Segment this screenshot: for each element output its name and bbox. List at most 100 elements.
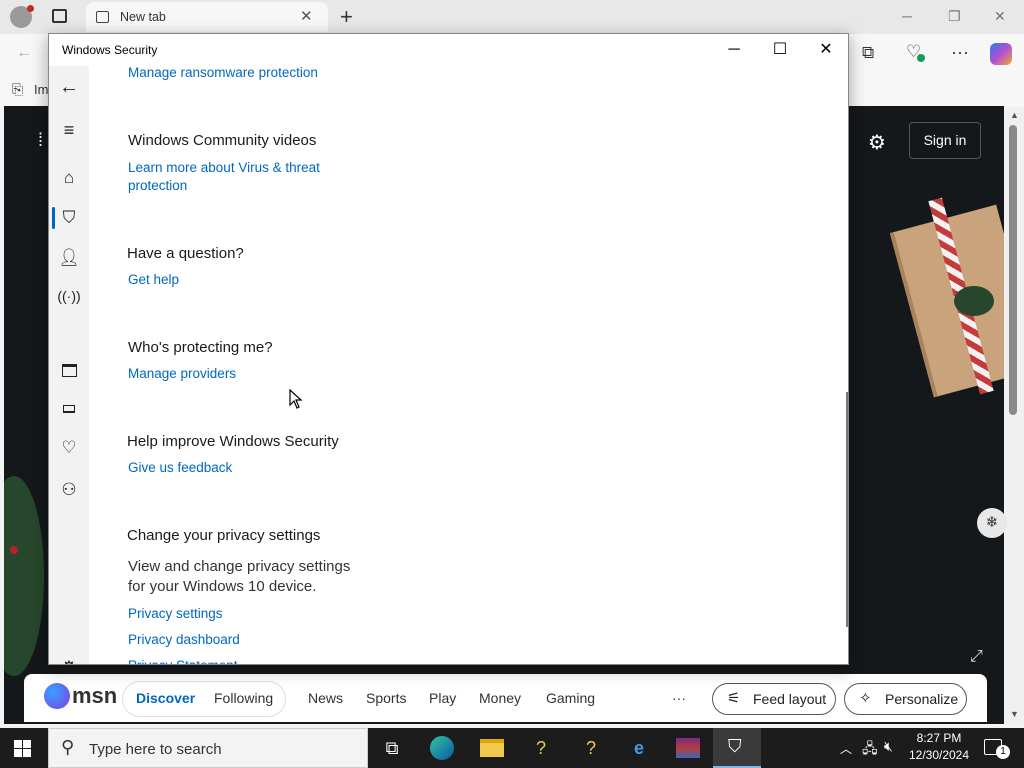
feed-layout-label: Feed layout xyxy=(753,691,827,707)
sparkle-icon: ✧ xyxy=(859,690,872,707)
import-favorites-label[interactable]: Im xyxy=(34,82,48,97)
clock-time[interactable]: 8:27 PM xyxy=(900,731,978,745)
back-icon[interactable]: ← xyxy=(16,44,32,62)
ws-close-icon[interactable]: ✕ xyxy=(803,38,848,62)
taskbar-search-box[interactable]: ⚲ Type here to search xyxy=(48,728,368,768)
msn-nav-bar: msn Discover Following News Sports Play … xyxy=(24,674,987,722)
more-tabs-icon[interactable]: ··· xyxy=(672,690,686,706)
decor-berries xyxy=(10,546,18,554)
ws-minimize-icon[interactable]: ─ xyxy=(711,38,757,62)
who-protecting-heading: Who's protecting me? xyxy=(128,339,273,356)
decor-pine xyxy=(954,286,994,316)
msn-logo-icon[interactable] xyxy=(44,683,70,709)
give-feedback-link[interactable]: Give us feedback xyxy=(128,459,232,477)
edge-icon[interactable] xyxy=(430,736,454,760)
family-icon[interactable]: ⚇ xyxy=(49,480,89,500)
tab-title: New tab xyxy=(120,10,166,24)
heart-health-icon[interactable]: ♡ xyxy=(49,438,89,458)
windows-security-window: Windows Security ─ ☐ ✕ ← ≡ ⌂ ⛉ 👤︎ ((·)) … xyxy=(48,33,849,665)
tab-discover[interactable]: Discover xyxy=(136,690,195,706)
new-tab-icon xyxy=(96,11,109,23)
task-view-icon[interactable]: ⧉ xyxy=(377,736,407,760)
laptop-icon[interactable] xyxy=(63,405,75,413)
tab-gaming[interactable]: Gaming xyxy=(546,690,595,706)
get-help-link[interactable]: Get help xyxy=(128,271,179,289)
back-arrow-icon[interactable]: ← xyxy=(49,76,89,99)
community-videos-heading: Windows Community videos xyxy=(128,132,317,149)
msn-logo-text[interactable]: msn xyxy=(72,683,117,709)
privacy-statement-link[interactable]: Privacy Statement xyxy=(128,657,238,664)
expand-icon[interactable]: ⤢ xyxy=(970,648,983,666)
browser-restore-icon[interactable]: ❐ xyxy=(948,8,961,25)
tab-sports[interactable]: Sports xyxy=(366,690,406,706)
tab-news[interactable]: News xyxy=(308,690,343,706)
person-icon[interactable]: 👤︎ xyxy=(49,248,89,268)
search-icon: ⚲ xyxy=(61,737,75,757)
ws-scrollbar[interactable] xyxy=(846,392,848,627)
ws-title-bar[interactable]: Windows Security ─ ☐ ✕ xyxy=(49,34,848,66)
copilot-icon[interactable] xyxy=(990,43,1012,65)
help-app-2-icon[interactable]: ? xyxy=(576,736,606,760)
internet-explorer-icon[interactable]: e xyxy=(624,736,654,760)
volume-muted-icon[interactable]: 🔇︎ xyxy=(884,738,893,755)
privacy-description-line2: for your Windows 10 device. xyxy=(128,578,317,595)
show-hidden-icons-icon[interactable]: ︿ xyxy=(840,740,852,757)
manage-ransomware-link[interactable]: Manage ransomware protection xyxy=(128,64,318,82)
new-tab-plus-icon[interactable]: + xyxy=(340,4,353,30)
privacy-settings-link[interactable]: Privacy settings xyxy=(128,605,223,623)
tab-following[interactable]: Following xyxy=(214,690,273,706)
tab-new-tab[interactable]: New tab ✕ xyxy=(86,2,328,32)
windows-taskbar: ⚲ Type here to search ⧉ ? ? e ⛉ ︿ 🖧︎ 🔇︎ … xyxy=(0,728,1024,768)
learn-more-virus-link-cont[interactable]: protection xyxy=(128,177,187,195)
browser-close-icon[interactable]: ✕ xyxy=(994,8,1006,25)
page-scrollbar-thumb[interactable] xyxy=(1009,125,1017,415)
page-settings-icon[interactable]: ⚙ xyxy=(868,130,886,155)
apps-launcher-icon[interactable]: ⁞ xyxy=(38,130,43,151)
msn-sign-in-button[interactable]: Sign in xyxy=(909,122,981,159)
help-app-icon[interactable]: ? xyxy=(526,736,556,760)
manage-providers-link[interactable]: Manage providers xyxy=(128,365,236,383)
decor-foliage xyxy=(4,476,44,676)
browser-minimize-icon[interactable]: ─ xyxy=(902,8,912,24)
winrar-icon[interactable] xyxy=(676,738,700,758)
app-browser-icon[interactable] xyxy=(62,364,77,377)
import-favorites-icon[interactable]: ⎘ xyxy=(12,81,23,98)
have-question-heading: Have a question? xyxy=(127,245,244,262)
search-placeholder: Type here to search xyxy=(89,741,222,758)
more-options-icon[interactable]: ··· xyxy=(951,42,969,63)
help-improve-heading: Help improve Windows Security xyxy=(127,433,339,450)
ws-sidebar: ← ≡ ⌂ ⛉ 👤︎ ((·)) ♡ ⚇ ⚙ xyxy=(49,66,89,664)
scroll-down-icon[interactable]: ▼ xyxy=(1010,709,1019,719)
privacy-description-line1: View and change privacy settings xyxy=(128,558,351,575)
mouse-cursor-icon xyxy=(289,389,303,409)
learn-more-virus-link[interactable]: Learn more about Virus & threat xyxy=(128,159,320,177)
collections-icon[interactable]: ⧉ xyxy=(862,43,874,63)
home-icon[interactable]: ⌂ xyxy=(49,168,89,188)
network-icon[interactable]: 🖧︎ xyxy=(862,738,878,762)
settings-gear-icon[interactable]: ⚙ xyxy=(49,658,89,664)
browser-tab-strip: New tab ✕ + ─ ❐ ✕ xyxy=(0,0,1024,34)
scroll-up-icon[interactable]: ▲ xyxy=(1010,110,1019,120)
wireless-icon[interactable]: ((·)) xyxy=(49,288,89,304)
personalize-button[interactable]: ✧ Personalize xyxy=(844,683,967,715)
vertical-tabs-icon[interactable] xyxy=(52,9,67,23)
tab-play[interactable]: Play xyxy=(429,690,456,706)
feed-layout-button[interactable]: ⚟ Feed layout xyxy=(712,683,836,715)
security-shield-icon: ⛉ xyxy=(728,736,742,756)
snowflake-icon[interactable]: ❄ xyxy=(977,508,1007,538)
tab-money[interactable]: Money xyxy=(479,690,521,706)
windows-security-taskbar-button[interactable]: ⛉ xyxy=(713,728,761,768)
hamburger-menu-icon[interactable]: ≡ xyxy=(49,120,89,141)
privacy-settings-heading: Change your privacy settings xyxy=(127,527,321,544)
personalize-label: Personalize xyxy=(885,691,959,707)
clock-date[interactable]: 12/30/2024 xyxy=(900,748,978,762)
close-tab-icon[interactable]: ✕ xyxy=(300,7,313,25)
privacy-dashboard-link[interactable]: Privacy dashboard xyxy=(128,631,240,649)
start-windows-icon[interactable] xyxy=(14,740,32,758)
ws-maximize-icon[interactable]: ☐ xyxy=(757,38,803,62)
shield-icon[interactable]: ⛉ xyxy=(49,208,89,228)
sliders-icon: ⚟ xyxy=(727,690,741,707)
notification-count-badge: 1 xyxy=(996,745,1010,759)
file-explorer-icon[interactable] xyxy=(480,739,504,757)
profile-notification-dot xyxy=(27,5,34,12)
